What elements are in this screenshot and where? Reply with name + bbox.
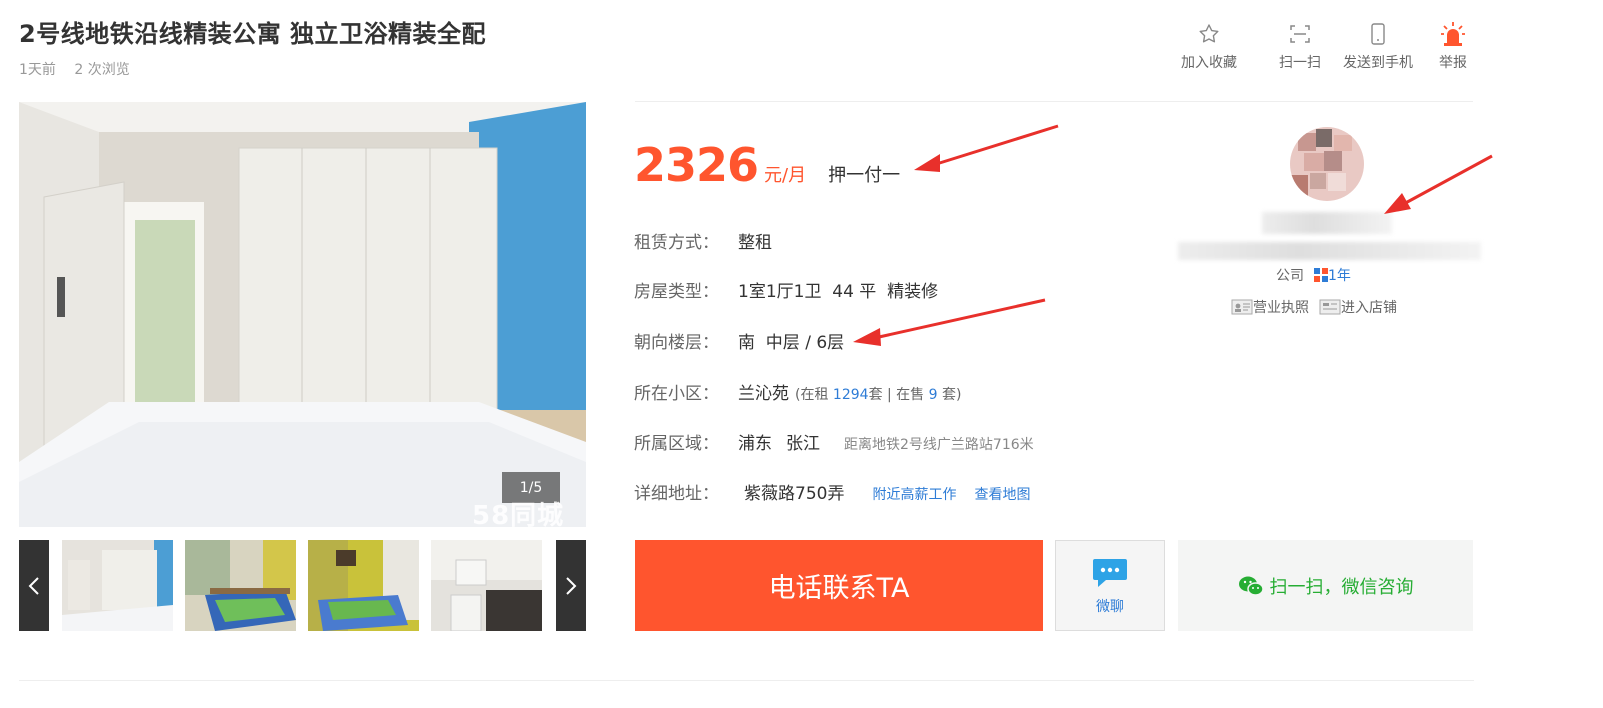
- license-icon: [1231, 299, 1253, 315]
- community-rent-count-link[interactable]: 1294: [833, 387, 869, 403]
- chevron-right-icon: [566, 576, 577, 595]
- subarea-link[interactable]: 张江: [786, 429, 820, 454]
- chevron-left-icon: [28, 576, 39, 595]
- thumb-prev-button[interactable]: [19, 540, 49, 631]
- community-rent-suffix: 套 | 在售: [868, 387, 929, 403]
- membership-years: 1年: [1328, 268, 1351, 284]
- thumbnail-image: [431, 540, 542, 631]
- agent-avatar[interactable]: [1290, 127, 1364, 201]
- thumbnail-1[interactable]: [62, 540, 173, 631]
- annotation-arrow-floor: [853, 298, 1046, 346]
- chat-button[interactable]: 微聊: [1055, 540, 1165, 631]
- agent-name-blurred: [1262, 212, 1392, 234]
- view-map-link[interactable]: 查看地图: [974, 484, 1030, 504]
- thumbnail-image: [308, 540, 419, 631]
- house-type-value: 1室1厅1卫 44 平 精装修: [738, 282, 939, 302]
- community-sale-suffix: 套): [937, 387, 962, 403]
- area-row: 所属区域： 浦东 张江 距离地铁2号线广兰路站716米: [634, 429, 1034, 454]
- send-to-phone-button[interactable]: 发送到手机: [1336, 20, 1420, 72]
- orientation-row: 朝向楼层： 南 中层 / 6层: [634, 328, 844, 353]
- report-label: 举报: [1439, 55, 1467, 71]
- chat-label: 微聊: [1096, 598, 1124, 615]
- bottom-divider: [19, 680, 1474, 681]
- bedroom-photo: [19, 102, 586, 527]
- house-type-label: 房屋类型：: [634, 282, 719, 302]
- call-button[interactable]: 电话联系TA: [635, 540, 1043, 631]
- watermark-58: 58同城: [472, 501, 565, 527]
- thumbnail-image: [62, 540, 173, 631]
- subway-distance: 距离地铁2号线广兰路站716米: [844, 437, 1034, 453]
- report-button[interactable]: 举报: [1430, 20, 1476, 72]
- community-row: 所在小区： 兰沁苑 (在租 1294套 | 在售 9 套): [634, 379, 961, 404]
- agent-company: 公司 1年: [1276, 265, 1351, 285]
- annotation-arrow-price: [914, 124, 1059, 172]
- send-to-phone-label: 发送到手机: [1343, 55, 1413, 71]
- rent-type-row: 租赁方式： 整租: [634, 228, 772, 253]
- thumbnail-3[interactable]: [308, 540, 419, 631]
- company-label: 公司: [1276, 268, 1304, 284]
- rent-type-label: 租赁方式：: [634, 233, 719, 253]
- community-rent-prefix: (在租: [795, 387, 833, 403]
- wechat-consult-button[interactable]: 扫一扫，微信咨询: [1178, 540, 1473, 631]
- address-value: 紫薇路750弄: [744, 484, 845, 504]
- header-divider: [635, 101, 1473, 102]
- orientation-label: 朝向楼层：: [634, 333, 719, 353]
- listing-meta: 1天前 2 次浏览: [19, 59, 130, 79]
- thumb-next-button[interactable]: [556, 540, 586, 631]
- agent-links: 营业执照 进入店铺: [1231, 297, 1397, 317]
- address-row: 详细地址： 紫薇路750弄 附近高薪工作 查看地图: [634, 479, 1030, 504]
- view-count: 2 次浏览: [74, 62, 130, 78]
- district-link[interactable]: 浦东: [738, 429, 772, 454]
- business-license-link[interactable]: 营业执照: [1231, 297, 1309, 317]
- thumbnail-4[interactable]: [431, 540, 542, 631]
- favorite-button[interactable]: 加入收藏: [1170, 20, 1248, 72]
- rent-type-value: 整租: [738, 233, 772, 253]
- enter-shop-link[interactable]: 进入店铺: [1319, 297, 1397, 317]
- payment-method: 押一付一: [828, 165, 901, 186]
- wechat-icon: [1238, 576, 1264, 596]
- listing-title: 2号线地铁沿线精装公寓 独立卫浴精装全配: [19, 20, 487, 48]
- business-license-label: 营业执照: [1253, 300, 1309, 316]
- orientation-value: 南 中层 / 6层: [738, 333, 845, 353]
- scan-label: 扫一扫: [1279, 55, 1321, 71]
- alarm-icon: [1441, 22, 1465, 46]
- membership-years-badge[interactable]: 1年: [1314, 265, 1351, 285]
- enter-shop-label: 进入店铺: [1341, 300, 1397, 316]
- posted-time: 1天前: [19, 62, 56, 78]
- favorite-label: 加入收藏: [1181, 55, 1237, 71]
- community-label: 所在小区：: [634, 384, 719, 404]
- community-sale-count-link[interactable]: 9: [929, 387, 938, 403]
- scan-icon: [1290, 25, 1310, 43]
- address-label: 详细地址：: [634, 484, 719, 504]
- price-block: 2326 元/月 押一付一: [634, 138, 900, 192]
- annotation-arrow-agent: [1384, 154, 1493, 214]
- scan-button[interactable]: 扫一扫: [1268, 20, 1332, 72]
- star-icon: [1199, 24, 1219, 43]
- community-stats: (在租 1294套 | 在售 9 套): [795, 384, 961, 404]
- header-actions: 加入收藏 扫一扫 发送到手机 举报: [1170, 20, 1476, 72]
- wechat-label: 扫一扫，微信咨询: [1269, 576, 1414, 598]
- membership-icon: [1314, 268, 1328, 282]
- nearby-jobs-link[interactable]: 附近高薪工作: [872, 484, 956, 504]
- area-label: 所属区域：: [634, 434, 719, 454]
- community-name: 兰沁苑: [738, 384, 789, 404]
- thumbnail-image: [185, 540, 296, 631]
- chat-bubble-icon: [1093, 558, 1127, 587]
- thumbnail-2[interactable]: [185, 540, 296, 631]
- price-amount: 2326: [634, 138, 759, 192]
- phone-icon: [1371, 23, 1385, 45]
- house-type-row: 房屋类型： 1室1厅1卫 44 平 精装修: [634, 277, 938, 302]
- avatar-image: [1290, 127, 1364, 201]
- agent-phone-blurred: [1178, 242, 1481, 260]
- price-unit: 元/月: [764, 165, 807, 186]
- main-photo[interactable]: 1/5 58同城: [19, 102, 586, 527]
- shop-icon: [1319, 299, 1341, 315]
